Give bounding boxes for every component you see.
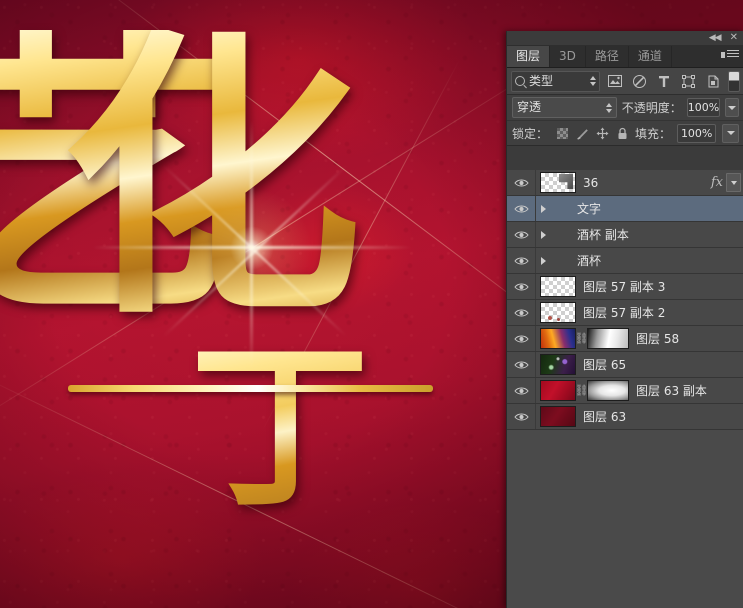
mask-link-icon[interactable]: ⛓ bbox=[575, 384, 589, 397]
fill-chevron-down-icon[interactable] bbox=[722, 123, 739, 143]
group-expand-arrow-icon[interactable] bbox=[536, 256, 550, 265]
move-arrows-icon[interactable] bbox=[596, 127, 609, 140]
visibility-eye-icon[interactable] bbox=[507, 404, 535, 429]
folder-icon bbox=[552, 228, 570, 242]
image-icon[interactable] bbox=[604, 71, 625, 91]
lock-label: 锁定： bbox=[512, 126, 549, 141]
layer-mask-thumbnail[interactable] bbox=[587, 380, 629, 401]
panel-tab-bar: 图层 3D 路径 通道 bbox=[507, 45, 743, 68]
filter-kind-select[interactable]: 类型 bbox=[511, 70, 601, 92]
tab-paths[interactable]: 路径 bbox=[586, 46, 629, 67]
layer-name[interactable]: 图层 58 bbox=[636, 330, 679, 347]
screenshot-root: 艺 化 丁 ◀◀ ✕ 图层 3D 路径 通道 bbox=[0, 0, 743, 608]
layer-name[interactable]: 文字 bbox=[577, 200, 601, 217]
blend-mode-select[interactable]: 穿透 bbox=[512, 97, 617, 118]
blend-mode-value: 穿透 bbox=[517, 100, 542, 114]
visibility-eye-icon[interactable] bbox=[507, 352, 535, 377]
updown-stepper-icon[interactable] bbox=[590, 76, 597, 86]
shape-bounds-icon[interactable] bbox=[679, 71, 700, 91]
layer-mask-thumbnail[interactable] bbox=[587, 328, 629, 349]
layer-name[interactable]: 酒杯 bbox=[577, 252, 601, 269]
brush-icon[interactable] bbox=[576, 127, 589, 140]
filter-kind-label: 类型 bbox=[529, 73, 554, 88]
lock-row: 锁定： 填充： 100% bbox=[507, 121, 743, 146]
layer-thumbnail[interactable] bbox=[540, 328, 576, 349]
tab-3d[interactable]: 3D bbox=[550, 46, 586, 67]
table-row[interactable]: 图层 57 副本 3 bbox=[507, 274, 743, 300]
table-row[interactable]: 文字 bbox=[507, 196, 743, 222]
table-row[interactable]: 图层 65 bbox=[507, 352, 743, 378]
checkerboard-icon[interactable] bbox=[556, 127, 569, 140]
opacity-chevron-down-icon[interactable] bbox=[725, 98, 739, 117]
layers-panel: ◀◀ ✕ 图层 3D 路径 通道 类型 穿透 不透明度： 100% 锁定： 填充… bbox=[506, 31, 743, 608]
effects-chevron-down-icon[interactable] bbox=[726, 173, 741, 192]
visibility-eye-icon[interactable] bbox=[507, 326, 535, 351]
opacity-label: 不透明度： bbox=[621, 101, 682, 115]
opacity-input[interactable]: 100% bbox=[686, 98, 721, 117]
layer-thumbnail[interactable] bbox=[540, 172, 576, 193]
search-icon bbox=[515, 76, 525, 86]
visibility-eye-icon[interactable] bbox=[507, 170, 535, 195]
table-row[interactable]: 图层 57 副本 2 bbox=[507, 300, 743, 326]
layer-name[interactable]: 酒杯 副本 bbox=[577, 226, 629, 243]
layer-thumbnail[interactable] bbox=[540, 380, 576, 401]
table-row[interactable]: 酒杯 bbox=[507, 248, 743, 274]
visibility-eye-icon[interactable] bbox=[507, 222, 535, 247]
layer-thumbnail[interactable] bbox=[540, 354, 576, 375]
panel-titlebar: ◀◀ ✕ bbox=[507, 31, 743, 45]
updown-stepper-icon[interactable] bbox=[605, 102, 612, 113]
close-icon[interactable]: ✕ bbox=[730, 33, 738, 43]
smart-object-icon[interactable] bbox=[703, 71, 724, 91]
layer-name[interactable]: 图层 63 bbox=[583, 408, 626, 425]
table-row[interactable]: 36 fx bbox=[507, 170, 743, 196]
layer-thumbnail[interactable] bbox=[540, 276, 576, 297]
visibility-eye-icon[interactable] bbox=[507, 274, 535, 299]
visibility-eye-icon[interactable] bbox=[507, 196, 535, 221]
table-row[interactable]: ⛓ 图层 63 副本 bbox=[507, 378, 743, 404]
folder-icon bbox=[552, 254, 570, 268]
fill-input[interactable]: 100% bbox=[677, 123, 717, 143]
adjustment-circle-icon[interactable] bbox=[629, 71, 650, 91]
mask-link-icon[interactable]: ⛓ bbox=[575, 332, 589, 345]
blend-mode-row: 穿透 不透明度： 100% bbox=[507, 95, 743, 121]
collapse-to-icons-icon[interactable]: ◀◀ bbox=[709, 33, 722, 43]
layer-thumbnail[interactable] bbox=[540, 406, 576, 427]
group-expand-arrow-icon[interactable] bbox=[536, 230, 550, 239]
layer-name[interactable]: 36 bbox=[583, 176, 598, 190]
group-expand-arrow-icon[interactable] bbox=[536, 204, 550, 213]
filter-enable-toggle[interactable] bbox=[728, 70, 740, 92]
layer-effects-fx-icon[interactable]: fx bbox=[711, 175, 723, 190]
lock-icon[interactable] bbox=[616, 127, 629, 140]
layer-list[interactable]: 36 fx 文字 酒杯 副本 酒杯 图层 57 副本 3 图层 57 副本 2 … bbox=[507, 170, 743, 608]
fill-label: 填充： bbox=[635, 126, 672, 141]
table-row[interactable]: 酒杯 副本 bbox=[507, 222, 743, 248]
visibility-eye-icon[interactable] bbox=[507, 378, 535, 403]
tab-layers[interactable]: 图层 bbox=[507, 46, 551, 67]
folder-icon bbox=[552, 202, 570, 216]
layer-name[interactable]: 图层 63 副本 bbox=[636, 382, 707, 399]
table-row[interactable]: 图层 63 bbox=[507, 404, 743, 430]
table-row[interactable]: ⛓ 图层 58 bbox=[507, 326, 743, 352]
gold-character-bottom: 丁 bbox=[190, 323, 371, 532]
layer-name[interactable]: 图层 57 副本 2 bbox=[583, 304, 665, 321]
panel-menu-icon[interactable] bbox=[721, 50, 739, 61]
visibility-eye-icon[interactable] bbox=[507, 248, 535, 273]
layer-thumbnail[interactable] bbox=[540, 302, 576, 323]
layer-name[interactable]: 图层 57 副本 3 bbox=[583, 278, 665, 295]
text-T-icon[interactable] bbox=[654, 71, 675, 91]
gold-horizontal-bar bbox=[68, 385, 433, 392]
tab-channels[interactable]: 通道 bbox=[629, 46, 672, 67]
layer-filter-bar: 类型 bbox=[507, 68, 743, 95]
visibility-eye-icon[interactable] bbox=[507, 300, 535, 325]
layer-name[interactable]: 图层 65 bbox=[583, 356, 626, 373]
